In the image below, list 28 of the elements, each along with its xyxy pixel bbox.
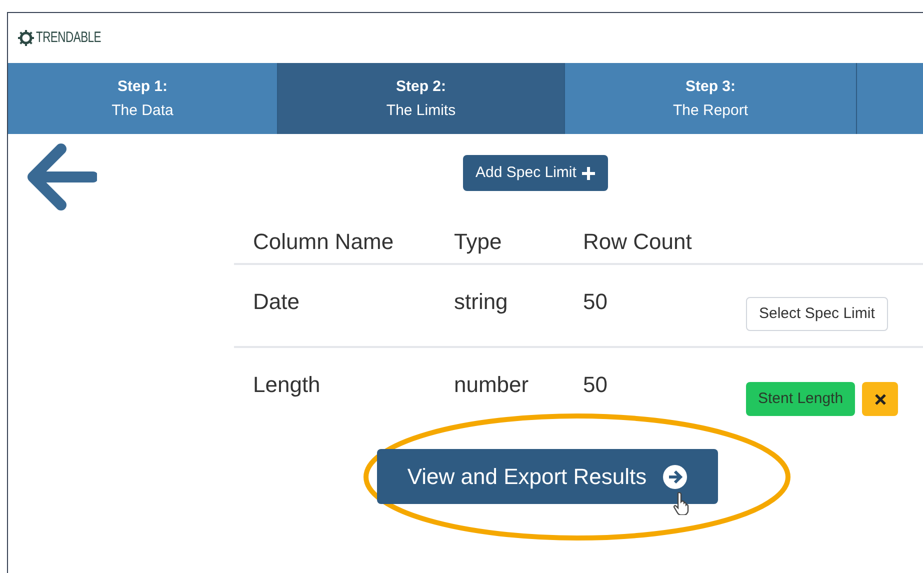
step-number: Step 1:	[117, 76, 168, 96]
step-tab[interactable]: Step 2: The Limits	[278, 63, 565, 134]
remove-button[interactable]	[862, 382, 898, 416]
step-title: The Report	[672, 100, 748, 120]
select-spec-limit-button[interactable]: Select Spec Limit	[746, 297, 888, 331]
plus-icon	[582, 166, 596, 180]
add-spec-limit-button[interactable]: Add Spec Limit	[462, 155, 608, 191]
table-cell-text: number	[454, 371, 530, 399]
logo-text: TRENDABLE	[36, 28, 101, 48]
arrow-right-circle-icon	[662, 464, 687, 488]
step-number: Step 3:	[685, 76, 736, 96]
column-header: Column Name	[253, 228, 395, 256]
table-cell-text: 50	[583, 371, 608, 399]
spec-limit-tag: Stent Length	[746, 382, 856, 416]
table-cell-text: string	[454, 288, 509, 316]
table-cell-text: Length	[253, 371, 322, 399]
step-title: The Limits	[386, 100, 456, 120]
step-number: Step 2:	[396, 76, 446, 96]
step-title: The Data	[112, 100, 174, 120]
table-cell-text: Date	[253, 288, 300, 316]
view-export-button[interactable]: View and Export Results	[376, 449, 718, 504]
pointer-cursor-icon	[673, 491, 691, 515]
close-icon	[874, 394, 886, 404]
table-cell-text: 50	[583, 288, 608, 316]
back-arrow-icon[interactable]	[25, 143, 97, 211]
column-header: Row Count	[583, 228, 693, 256]
logo-icon	[18, 30, 34, 46]
column-header: Type	[454, 228, 503, 256]
